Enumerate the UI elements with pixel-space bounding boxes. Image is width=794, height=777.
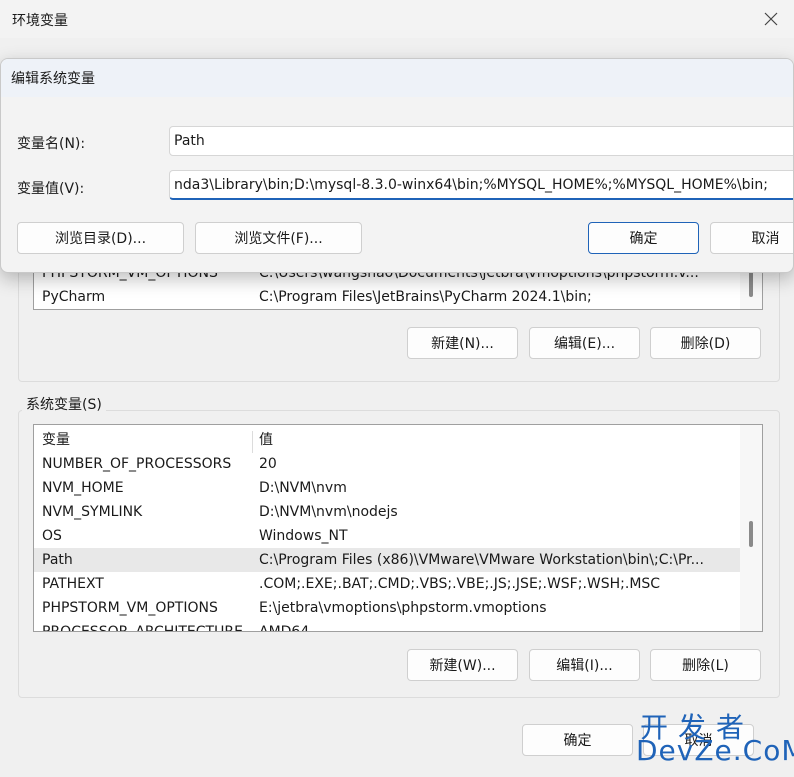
system-delete-button[interactable]: 删除(L) <box>650 649 761 681</box>
variable-value: 20 <box>259 456 277 472</box>
table-row[interactable]: NVM_HOME D:\NVM\nvm <box>34 476 740 500</box>
variable-value: D:\NVM\nvm <box>259 480 347 496</box>
close-icon[interactable] <box>756 6 786 32</box>
table-header: 变量 值 <box>34 427 740 453</box>
column-header-value[interactable]: 值 <box>259 427 734 453</box>
variable-name: PyCharm <box>42 289 106 305</box>
table-row[interactable]: PHPSTORM_VM_OPTIONS E:\jetbra\vmoptions\… <box>34 596 740 620</box>
variable-value: AMD64 <box>259 624 310 632</box>
variable-value: C:\Program Files (x86)\VMware\VMware Wor… <box>259 552 704 568</box>
table-row[interactable]: OS Windows_NT <box>34 524 740 548</box>
column-divider[interactable] <box>252 431 253 453</box>
browse-directory-button[interactable]: 浏览目录(D)... <box>17 222 184 254</box>
variable-name: PROCESSOR_ARCHITECTURE <box>42 624 243 632</box>
edit-dialog-title: 编辑系统变量 <box>11 71 95 87</box>
variable-name: Path <box>42 552 73 568</box>
watermark-logo: 开发者 DevZe.CoM <box>636 706 794 777</box>
variable-name: NUMBER_OF_PROCESSORS <box>42 456 232 472</box>
env-titlebar: 环境变量 <box>0 0 794 38</box>
user-delete-button[interactable]: 删除(D) <box>650 327 761 359</box>
system-edit-button[interactable]: 编辑(I)... <box>529 649 640 681</box>
system-list-scrollbar[interactable] <box>740 425 762 631</box>
variable-value-label: 变量值(V): <box>17 181 85 197</box>
variable-value-field[interactable]: nda3\Library\bin;D:\mysql-8.3.0-winx64\b… <box>169 170 793 200</box>
column-header-name[interactable]: 变量 <box>42 427 252 453</box>
variable-value: C:\Program Files\JetBrains\PyCharm 2024.… <box>259 289 592 305</box>
edit-ok-button[interactable]: 确定 <box>588 222 699 254</box>
edit-system-variable-dialog: 编辑系统变量 变量名(N): Path 变量值(V): nda3\Library… <box>0 58 794 273</box>
variable-name: NVM_HOME <box>42 480 124 496</box>
table-row[interactable]: PATHEXT .COM;.EXE;.BAT;.CMD;.VBS;.VBE;.J… <box>34 572 740 596</box>
variable-name-field[interactable]: Path <box>169 126 793 156</box>
variable-value: D:\NVM\nvm\nodejs <box>259 504 398 520</box>
table-row[interactable]: NUMBER_OF_PROCESSORS 20 <box>34 452 740 476</box>
env-ok-button[interactable]: 确定 <box>522 724 633 756</box>
system-new-button[interactable]: 新建(W)... <box>407 649 518 681</box>
variable-value: .COM;.EXE;.BAT;.CMD;.VBS;.VBE;.JS;.JSE;.… <box>259 576 661 592</box>
table-row-selected[interactable]: Path C:\Program Files (x86)\VMware\VMwar… <box>34 548 740 572</box>
env-window-title: 环境变量 <box>12 13 68 29</box>
edit-cancel-button[interactable]: 取消 <box>710 222 793 254</box>
user-new-button[interactable]: 新建(N)... <box>407 327 518 359</box>
table-row[interactable]: PyCharm C:\Program Files\JetBrains\PyCha… <box>34 285 740 309</box>
table-row[interactable]: NVM_SYMLINK D:\NVM\nvm\nodejs <box>34 500 740 524</box>
variable-name-label: 变量名(N): <box>17 136 86 152</box>
variable-name: NVM_SYMLINK <box>42 504 143 520</box>
variable-value: Windows_NT <box>259 528 348 544</box>
system-variables-list[interactable]: 变量 值 NUMBER_OF_PROCESSORS 20 NVM_HOME D:… <box>33 424 763 632</box>
browse-file-button[interactable]: 浏览文件(F)... <box>195 222 362 254</box>
watermark-line2: DevZe.CoM <box>636 734 794 767</box>
variable-value: E:\jetbra\vmoptions\phpstorm.vmoptions <box>259 600 547 616</box>
variable-name: PATHEXT <box>42 576 104 592</box>
system-variables-label: 系统变量(S) <box>22 394 106 414</box>
variable-name: OS <box>42 528 62 544</box>
user-edit-button[interactable]: 编辑(E)... <box>529 327 640 359</box>
variable-name: PHPSTORM_VM_OPTIONS <box>42 600 218 616</box>
edit-dialog-titlebar: 编辑系统变量 <box>1 59 793 97</box>
scrollbar-thumb[interactable] <box>749 521 753 547</box>
table-row[interactable]: PROCESSOR_ARCHITECTURE AMD64 <box>34 620 740 632</box>
